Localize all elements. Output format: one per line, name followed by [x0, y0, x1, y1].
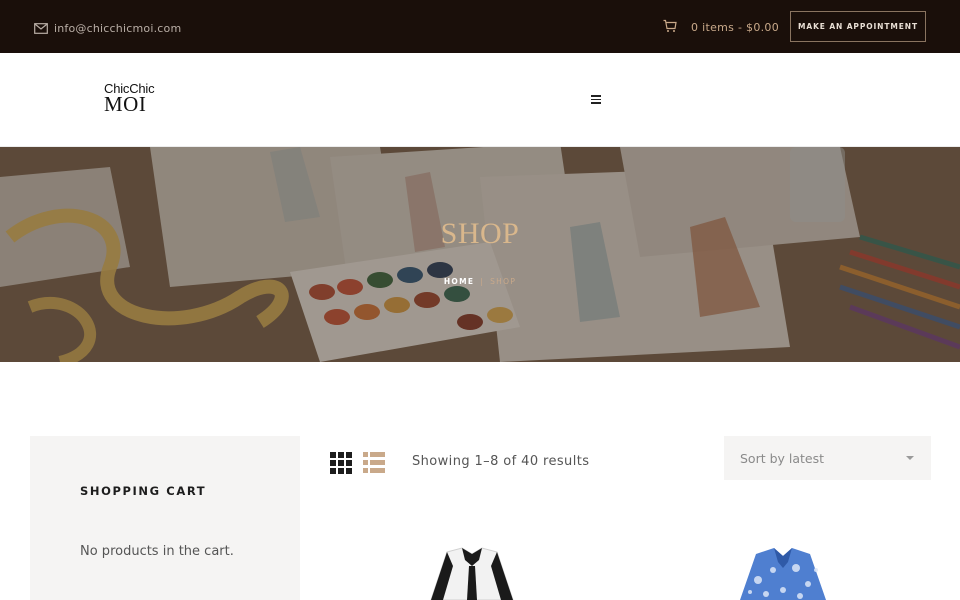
- breadcrumb-current: SHOP: [490, 277, 517, 286]
- cart-widget: SHOPPING CART No products in the cart.: [30, 436, 300, 600]
- black-white-jacket-image: [430, 547, 514, 600]
- breadcrumb-home-link[interactable]: HOME: [444, 277, 474, 286]
- site-logo[interactable]: ChicChic MOI: [104, 82, 155, 116]
- envelope-icon: [34, 19, 48, 38]
- list-view-icon[interactable]: [363, 452, 385, 474]
- breadcrumb: HOME | SHOP: [0, 277, 960, 286]
- cart-empty-message: No products in the cart.: [80, 544, 234, 559]
- contact-email[interactable]: info@chicchicmoi.com: [34, 19, 181, 38]
- results-count: Showing 1–8 of 40 results: [412, 454, 590, 469]
- breadcrumb-separator: |: [480, 277, 485, 286]
- grid-view-icon[interactable]: [330, 452, 352, 474]
- top-bar: info@chicchicmoi.com 0 items - $0.00 MAK…: [0, 0, 960, 53]
- product-card[interactable]: [417, 540, 527, 600]
- hero-background-image: [0, 147, 960, 362]
- sort-selected-value: Sort by latest: [740, 451, 825, 466]
- sort-select[interactable]: Sort by latest: [724, 436, 931, 480]
- cart-summary: 0 items - $0.00: [691, 21, 780, 34]
- page-title: SHOP: [440, 217, 520, 250]
- shopping-cart-icon: [663, 18, 677, 37]
- header-cart[interactable]: 0 items - $0.00: [663, 18, 779, 37]
- logo-line-2: MOI: [104, 92, 147, 116]
- chevron-down-icon: [906, 456, 914, 460]
- page-hero: SHOP HOME | SHOP: [0, 147, 960, 362]
- product-card[interactable]: [728, 540, 838, 600]
- cart-widget-heading: SHOPPING CART: [80, 484, 207, 498]
- make-appointment-button[interactable]: MAKE AN APPOINTMENT: [790, 11, 926, 42]
- hamburger-menu-icon[interactable]: [591, 95, 601, 104]
- contact-email-text: info@chicchicmoi.com: [54, 22, 182, 35]
- blue-floral-jacket-image: [740, 548, 826, 600]
- site-header: ChicChic MOI: [0, 53, 960, 147]
